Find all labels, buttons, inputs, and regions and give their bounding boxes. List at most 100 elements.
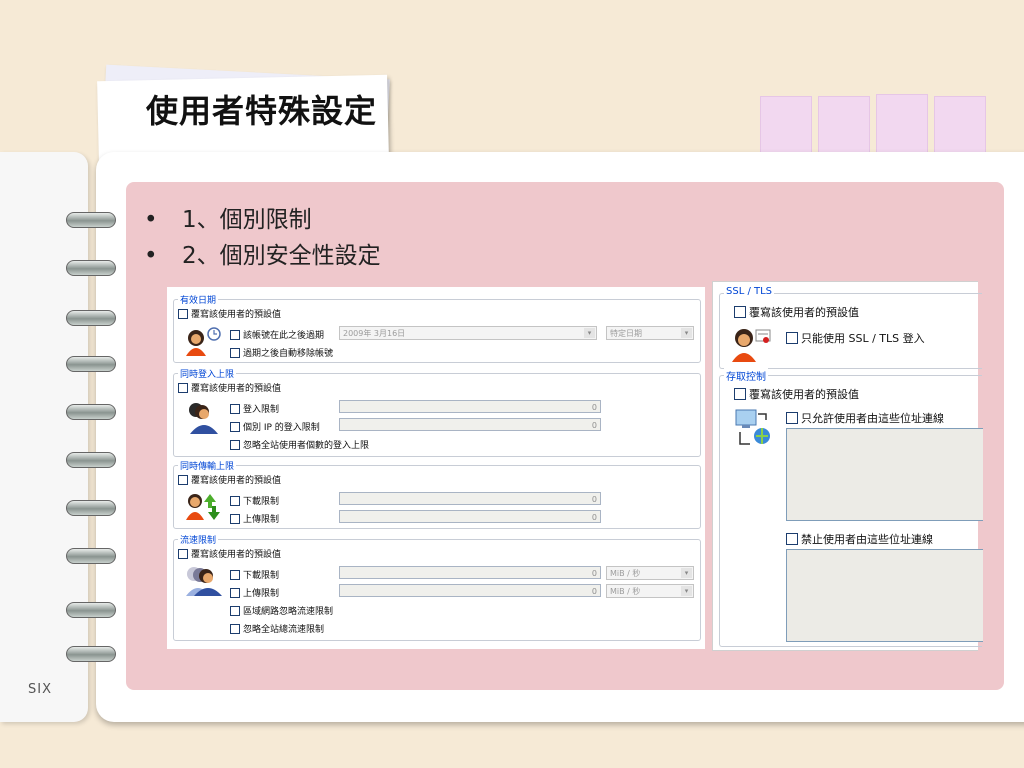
speed-download-unit-select[interactable]: MiB / 秒 ▾ [606,566,694,580]
checkbox-label: 下載限制 [243,571,280,581]
checkbox-label: 覆寫該使用者的預設值 [191,550,282,560]
user-settings-dialog-left: 有效日期 覆寫該使用者的預設值 該帳號在此之後過期 2009年 3月16日 ▾ 特… [167,287,705,649]
groupbox-concurrent-login-title: 同時登入上限 [178,367,237,380]
chevron-down-icon[interactable]: ▾ [681,328,692,338]
ignore-global-login-checkbox[interactable]: 忽略全站使用者個數的登入上限 [230,438,369,451]
groupbox-concurrent-transfer: 同時傳輸上限 覆寫該使用者的預設值 下載限制 0 上傳限制 0 [173,459,701,529]
checkbox-box[interactable] [786,533,798,545]
bullet-item: • 1、個別限制 [144,200,312,234]
expiry-override-checkbox[interactable]: 覆寫該使用者的預設值 [178,307,281,320]
checkbox-box[interactable] [230,495,240,506]
unit-value: MiB / 秒 [610,587,641,596]
groupbox-speed-limit: 流速限制 覆寫該使用者的預設值 下載限制 0 MiB / 秒 ▾ 上傳限制 0 M… [173,533,701,641]
speed-override-checkbox[interactable]: 覆寫該使用者的預設值 [178,547,281,560]
login-override-checkbox[interactable]: 覆寫該使用者的預設值 [178,381,281,394]
checkbox-box[interactable] [230,421,240,432]
chevron-down-icon[interactable]: ▾ [681,586,692,596]
login-limit-checkbox[interactable]: 登入限制 [230,402,279,415]
bullet-text: 2、個別安全性設定 [182,243,381,269]
checkbox-box[interactable] [786,332,798,344]
binder-ring [66,646,116,662]
checkbox-label: 上傳限制 [243,589,280,599]
users-speed-icon [186,567,222,596]
groupbox-concurrent-login: 同時登入上限 覆寫該使用者的預設值 登入限制 0 個別 IP 的登入限制 0 忽… [173,367,701,457]
expiry-mode-select[interactable]: 特定日期 ▾ [606,326,694,340]
date-value: 2009年 3月16日 [343,329,406,338]
decorative-tab-3 [876,94,928,156]
chevron-down-icon[interactable]: ▾ [681,568,692,578]
ssl-override-checkbox[interactable]: 覆寫該使用者的預設值 [734,304,859,320]
checkbox-box[interactable] [178,382,188,393]
speed-download-input[interactable]: 0 [339,566,601,579]
login-limit-input[interactable]: 0 [339,400,601,413]
notebook-left-page [0,152,88,722]
speed-upload-unit-select[interactable]: MiB / 秒 ▾ [606,584,694,598]
checkbox-box[interactable] [230,623,240,634]
binder-ring [66,548,116,564]
deny-address-list[interactable] [786,549,983,642]
checkbox-label: 區域網路忽略流速限制 [243,607,334,617]
per-ip-limit-checkbox[interactable]: 個別 IP 的登入限制 [230,420,320,433]
ignore-global-speed-checkbox[interactable]: 忽略全站總流速限制 [230,622,324,635]
checkbox-box[interactable] [178,474,188,485]
checkbox-box[interactable] [734,388,746,400]
deny-from-checkbox[interactable]: 禁止使用者由這些位址連線 [786,531,933,547]
checkbox-label: 該帳號在此之後過期 [243,331,325,341]
checkbox-box[interactable] [230,569,240,580]
allow-from-checkbox[interactable]: 只允許使用者由這些位址連線 [786,410,944,426]
bullet-dot: • [144,243,158,269]
groupbox-ssl: SSL / TLS 覆寫該使用者的預設值 只能使用 SSL / TLS 登入 [719,286,982,369]
decorative-tab-4 [934,96,986,156]
checkbox-box[interactable] [230,605,240,616]
checkbox-box[interactable] [178,548,188,559]
allow-address-list[interactable] [786,428,983,521]
checkbox-label: 過期之後自動移除帳號 [243,349,334,359]
groupbox-expiry-title: 有效日期 [178,293,219,306]
checkbox-box[interactable] [178,308,188,319]
binder-ring [66,212,116,228]
user-settings-dialog-right: SSL / TLS 覆寫該使用者的預設值 只能使用 SSL / TLS 登入 存… [712,281,983,651]
speed-download-checkbox[interactable]: 下載限制 [230,568,279,581]
bullet-text: 1、個別限制 [182,207,312,233]
groupbox-concurrent-transfer-title: 同時傳輸上限 [178,459,237,472]
transfer-override-checkbox[interactable]: 覆寫該使用者的預設值 [178,473,281,486]
binder-ring [66,260,116,276]
binder-ring [66,356,116,372]
access-override-checkbox[interactable]: 覆寫該使用者的預設值 [734,386,859,402]
bullet-dot: • [144,207,158,233]
checkbox-box[interactable] [230,513,240,524]
speed-upload-input[interactable]: 0 [339,584,601,597]
download-limit-input[interactable]: 0 [339,492,601,505]
checkbox-box[interactable] [786,412,798,424]
decorative-tab-1 [760,96,812,156]
mode-value: 特定日期 [610,329,642,338]
expire-after-checkbox[interactable]: 該帳號在此之後過期 [230,328,324,341]
upload-limit-checkbox[interactable]: 上傳限制 [230,512,279,525]
ssl-only-checkbox[interactable]: 只能使用 SSL / TLS 登入 [786,330,925,346]
lan-ignore-checkbox[interactable]: 區域網路忽略流速限制 [230,604,333,617]
checkbox-box[interactable] [230,587,240,598]
checkbox-box[interactable] [230,347,240,358]
slide-title: 使用者特殊設定 [146,92,378,130]
checkbox-label: 上傳限制 [243,515,280,525]
upload-limit-input[interactable]: 0 [339,510,601,523]
checkbox-box[interactable] [734,306,746,318]
checkbox-label: 覆寫該使用者的預設值 [749,388,859,401]
checkbox-label: 登入限制 [243,405,280,415]
checkbox-box[interactable] [230,329,240,340]
checkbox-label: 覆寫該使用者的預設值 [191,310,282,320]
bullet-item: • 2、個別安全性設定 [144,236,381,270]
checkbox-label: 只能使用 SSL / TLS 登入 [801,332,925,345]
groupbox-ssl-title: SSL / TLS [724,286,775,297]
auto-remove-checkbox[interactable]: 過期之後自動移除帳號 [230,346,333,359]
checkbox-box[interactable] [230,403,240,414]
expiry-date-picker[interactable]: 2009年 3月16日 ▾ [339,326,597,340]
per-ip-limit-input[interactable]: 0 [339,418,601,431]
groupbox-speed-limit-title: 流速限制 [178,533,219,546]
chevron-down-icon[interactable]: ▾ [584,328,595,338]
checkbox-box[interactable] [230,439,240,450]
download-limit-checkbox[interactable]: 下載限制 [230,494,279,507]
checkbox-label: 覆寫該使用者的預設值 [749,306,859,319]
users-group-icon [189,403,218,434]
speed-upload-checkbox[interactable]: 上傳限制 [230,586,279,599]
